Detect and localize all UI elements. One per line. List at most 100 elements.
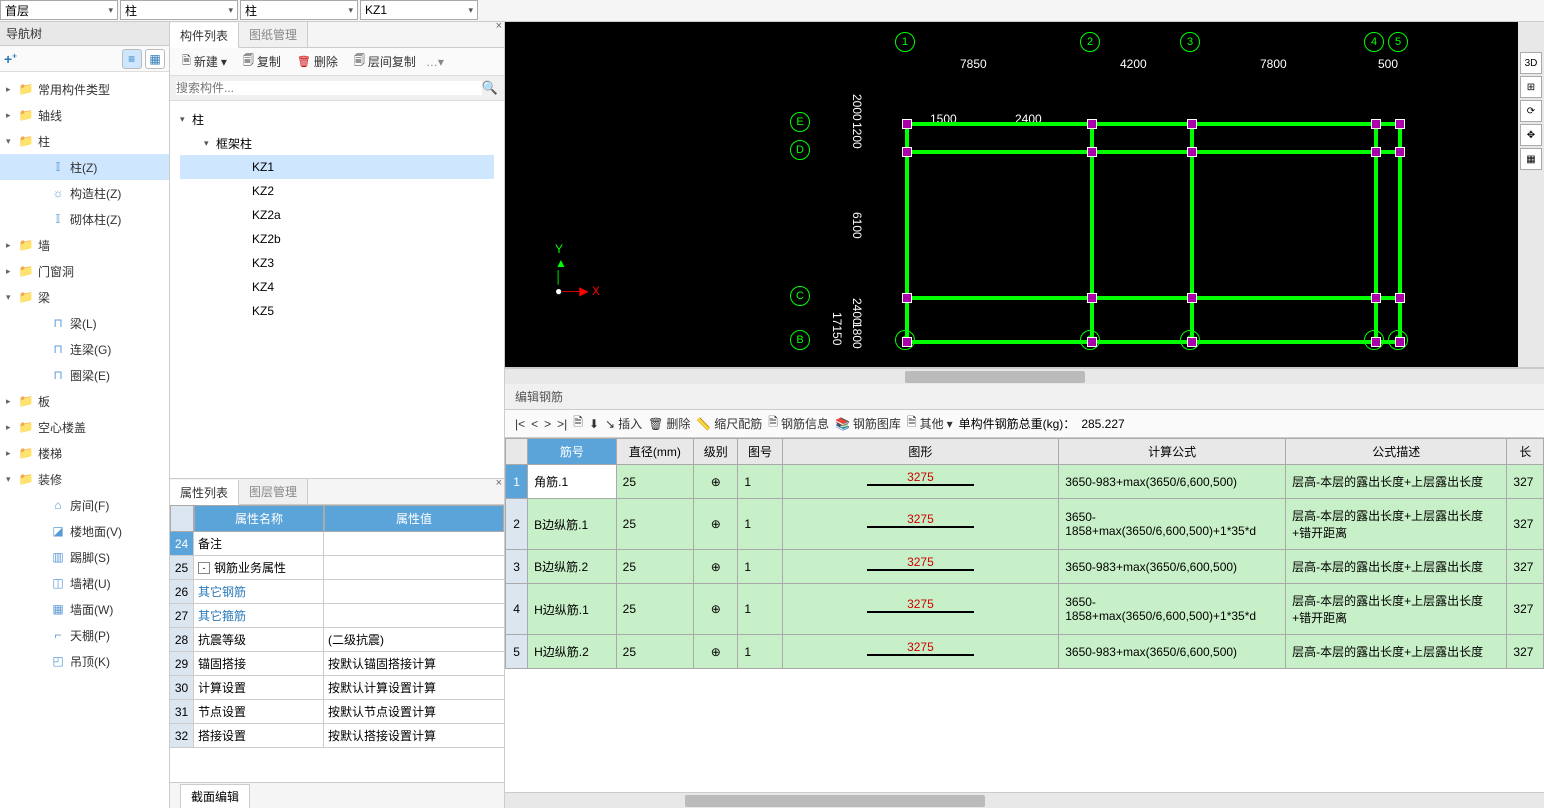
property-row[interactable]: 31节点设置按默认节点设置计算	[170, 700, 504, 724]
hand-button[interactable]: ✥	[1520, 124, 1542, 146]
copy-button[interactable]: 🗐复制	[237, 49, 287, 74]
bar-desc[interactable]: 层高-本层的露出长度+上层露出长度	[1286, 465, 1507, 499]
rebar-row[interactable]: 1角筋.125⊕132753650-983+max(3650/6,600,500…	[506, 465, 1544, 499]
nav-item[interactable]: ▸📁墙	[0, 232, 169, 258]
nav-first[interactable]: |<	[515, 417, 525, 431]
nav-item[interactable]: ⊓连梁(G)	[0, 336, 169, 362]
nav-item[interactable]: ▸📁板	[0, 388, 169, 414]
grid-button[interactable]: ▦	[1520, 148, 1542, 170]
bar-desc[interactable]: 层高-本层的露出长度+上层露出长度	[1286, 635, 1507, 669]
bar-name[interactable]: H边纵筋.2	[528, 635, 617, 669]
rebar-row[interactable]: 3B边纵筋.225⊕132753650-983+max(3650/6,600,5…	[506, 550, 1544, 584]
bar-shape[interactable]: 3275	[782, 635, 1059, 669]
nav-item[interactable]: ⌐天棚(P)	[0, 622, 169, 648]
element-combo[interactable]: KZ1▾	[360, 0, 478, 20]
bar-fig[interactable]: 1	[738, 465, 782, 499]
component-item[interactable]: KZ5	[180, 299, 494, 323]
property-row[interactable]: 29锚固搭接按默认锚固搭接计算	[170, 652, 504, 676]
bar-name[interactable]: B边纵筋.1	[528, 499, 617, 550]
nav-last[interactable]: >|	[557, 417, 567, 431]
component-item[interactable]: KZ2a	[180, 203, 494, 227]
tab-drawing-mgmt[interactable]: 图纸管理	[239, 22, 308, 47]
bar-len[interactable]: 327	[1507, 584, 1544, 635]
bar-desc[interactable]: 层高-本层的露出长度+上层露出长度+错开距离	[1286, 584, 1507, 635]
nav-item[interactable]: ▸📁空心楼盖	[0, 414, 169, 440]
col-shape[interactable]: 图形	[782, 439, 1059, 465]
grid-view-icon[interactable]: ▦	[145, 49, 165, 69]
component-item[interactable]: KZ3	[180, 251, 494, 275]
property-row[interactable]: 27其它箍筋	[170, 604, 504, 628]
bar-shape[interactable]: 3275	[782, 465, 1059, 499]
nav-item[interactable]: ▾📁梁	[0, 284, 169, 310]
nav-item[interactable]: ◰吊顶(K)	[0, 648, 169, 674]
prop-value[interactable]	[324, 580, 504, 603]
nav-item[interactable]: ◫墙裙(U)	[0, 570, 169, 596]
tab-section-edit[interactable]: 截面编辑	[180, 784, 250, 808]
prop-value[interactable]	[324, 604, 504, 627]
bar-grade[interactable]: ⊕	[694, 550, 738, 584]
bar-dia[interactable]: 25	[616, 584, 693, 635]
close-icon[interactable]: ×	[496, 20, 502, 32]
category2-combo[interactable]: 柱▾	[240, 0, 358, 20]
close-icon[interactable]: ×	[496, 477, 502, 489]
prop-value[interactable]: 按默认搭接设置计算	[324, 724, 504, 747]
canvas-scrollbar-h[interactable]	[505, 368, 1544, 384]
insert-button[interactable]: ↘插入	[605, 415, 642, 432]
bar-shape[interactable]: 3275	[782, 499, 1059, 550]
library-button[interactable]: 📚钢筋图库	[835, 415, 901, 432]
download-icon[interactable]: ⬇	[589, 417, 599, 431]
bar-desc[interactable]: 层高-本层的露出长度+上层露出长度+错开距离	[1286, 499, 1507, 550]
tab-layer-mgmt[interactable]: 图层管理	[239, 479, 308, 504]
nav-item[interactable]: ▥踢脚(S)	[0, 544, 169, 570]
prop-value[interactable]: (二级抗震)	[324, 628, 504, 651]
property-row[interactable]: 28抗震等级(二级抗震)	[170, 628, 504, 652]
nav-item[interactable]: ☼构造柱(Z)	[0, 180, 169, 206]
nav-item[interactable]: 𝕀柱(Z)	[0, 154, 169, 180]
layer-copy-button[interactable]: 🗐层间复制	[348, 49, 422, 74]
bar-fig[interactable]: 1	[738, 635, 782, 669]
bar-formula[interactable]: 3650-983+max(3650/6,600,500)	[1059, 465, 1286, 499]
component-item[interactable]: KZ1	[180, 155, 494, 179]
rebar-row[interactable]: 2B边纵筋.125⊕132753650-1858+max(3650/6,600,…	[506, 499, 1544, 550]
col-desc[interactable]: 公式描述	[1286, 439, 1507, 465]
rebar-row[interactable]: 4H边纵筋.125⊕132753650-1858+max(3650/6,600,…	[506, 584, 1544, 635]
bar-dia[interactable]: 25	[616, 635, 693, 669]
nav-item[interactable]: ▸📁楼梯	[0, 440, 169, 466]
nav-item[interactable]: ⊓圈梁(E)	[0, 362, 169, 388]
component-item[interactable]: KZ2	[180, 179, 494, 203]
delete-button[interactable]: 🗑删除	[648, 415, 690, 432]
rebar-row[interactable]: 5H边纵筋.225⊕132753650-983+max(3650/6,600,5…	[506, 635, 1544, 669]
bar-fig[interactable]: 1	[738, 550, 782, 584]
search-icon[interactable]: 🔍	[482, 80, 498, 96]
component-item[interactable]: ▾柱	[180, 107, 494, 131]
bar-formula[interactable]: 3650-1858+max(3650/6,600,500)+1*35*d	[1059, 499, 1286, 550]
bar-len[interactable]: 327	[1507, 499, 1544, 550]
bar-grade[interactable]: ⊕	[694, 635, 738, 669]
window-button[interactable]: ⊞	[1520, 76, 1542, 98]
doc-icon[interactable]: 🗎	[573, 413, 583, 434]
property-row[interactable]: 30计算设置按默认计算设置计算	[170, 676, 504, 700]
prop-value[interactable]	[324, 532, 504, 555]
list-view-icon[interactable]: ≡	[122, 49, 142, 69]
component-item[interactable]: KZ4	[180, 275, 494, 299]
col-grade[interactable]: 级别	[694, 439, 738, 465]
tab-property-list[interactable]: 属性列表	[170, 480, 239, 505]
bar-len[interactable]: 327	[1507, 465, 1544, 499]
nav-item[interactable]: ▸📁轴线	[0, 102, 169, 128]
scale-button[interactable]: 📏缩尺配筋	[696, 415, 762, 432]
bar-name[interactable]: 角筋.1	[528, 465, 617, 499]
bar-desc[interactable]: 层高-本层的露出长度+上层露出长度	[1286, 550, 1507, 584]
prop-value[interactable]: 按默认节点设置计算	[324, 700, 504, 723]
prop-value[interactable]: 按默认锚固搭接计算	[324, 652, 504, 675]
nav-item[interactable]: ▸📁常用构件类型	[0, 76, 169, 102]
bar-dia[interactable]: 25	[616, 499, 693, 550]
prop-value[interactable]	[324, 556, 504, 579]
bar-fig[interactable]: 1	[738, 499, 782, 550]
search-input[interactable]	[176, 81, 482, 95]
property-row[interactable]: 25-钢筋业务属性	[170, 556, 504, 580]
category1-combo[interactable]: 柱▾	[120, 0, 238, 20]
bar-dia[interactable]: 25	[616, 465, 693, 499]
rebar-scrollbar-h[interactable]	[505, 792, 1544, 808]
property-row[interactable]: 26其它钢筋	[170, 580, 504, 604]
bar-shape[interactable]: 3275	[782, 584, 1059, 635]
